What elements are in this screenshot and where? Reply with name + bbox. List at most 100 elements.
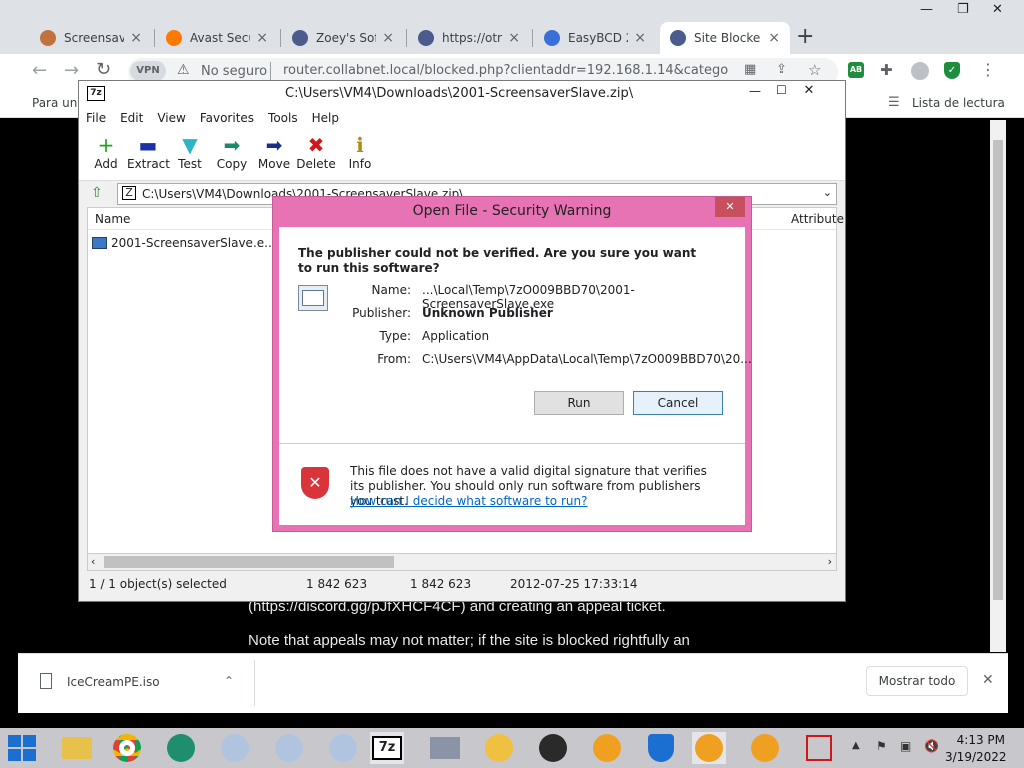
toolbar-button-info[interactable]: ℹ Info [339,133,381,171]
scroll-left-icon[interactable]: ‹ [91,555,95,568]
profile-avatar-icon[interactable] [911,62,929,80]
app-icon[interactable] [164,732,198,764]
security-label[interactable]: No seguro [201,64,267,79]
column-header-name[interactable]: Name [95,212,130,226]
reading-list-label[interactable]: Lista de lectura [912,96,1005,110]
warning-icon[interactable]: ⚠ [177,62,190,78]
key-icon[interactable] [482,732,516,764]
reload-icon[interactable]: ↻ [96,59,111,80]
run-button[interactable]: Run [534,391,624,415]
menu-item[interactable]: Favorites [193,111,261,125]
toolbar-button-copy[interactable]: ➡ Copy [211,133,253,171]
menu-kebab-icon[interactable]: ⋮ [980,60,996,79]
bookmark-star-icon[interactable]: ☆ [808,61,821,79]
browser-tab[interactable]: Screensaver × [30,22,152,54]
menu-item[interactable]: Tools [261,111,305,125]
toolbar-button-label: Copy [216,157,248,171]
menu-item[interactable]: View [150,111,192,125]
browser-tab[interactable]: EasyBCD 2. × [534,22,656,54]
network-icon[interactable]: ▣ [900,739,911,753]
reading-list-icon[interactable]: ☰ [888,95,900,110]
cancel-button[interactable]: Cancel [633,391,723,415]
status-packed-size: 1 842 623 [410,577,472,591]
toolbar-button-add[interactable]: + Add [85,133,127,171]
tray-chevron-icon[interactable]: ▲ [852,740,860,751]
tab-close-icon[interactable]: × [256,30,268,46]
7zip-title: C:\Users\VM4\Downloads\2001-ScreensaverS… [285,86,634,101]
tab-close-icon[interactable]: × [130,30,142,46]
tab-separator [532,29,533,47]
disc-icon[interactable] [326,732,360,764]
icecream-icon[interactable] [748,732,782,764]
close-icon[interactable]: ✕ [787,81,831,101]
chevron-up-icon[interactable]: ⌃ [224,674,234,688]
aol-shield-icon[interactable] [644,732,678,764]
maximize-icon[interactable]: ❐ [957,2,969,17]
tab-close-icon[interactable]: × [768,30,780,46]
scroll-right-icon[interactable]: › [828,555,832,568]
disc-icon[interactable] [218,732,252,764]
share-icon[interactable]: ⇪ [776,62,787,77]
app-icon[interactable] [802,732,836,764]
browser-tab[interactable]: Zoey's Soft × [282,22,404,54]
translate-icon[interactable]: ▦ [744,62,756,77]
page-text-line: Note that appeals may not matter; if the… [248,632,690,649]
file-explorer-icon[interactable] [60,732,94,764]
chrome-icon[interactable] [110,732,144,764]
toolbar-button-move[interactable]: ➡ Move [253,133,295,171]
adblock-extension-icon[interactable]: AB [848,62,864,78]
windows-start-icon[interactable] [8,735,36,761]
extensions-icon[interactable]: ✚ [880,61,893,79]
toolbar-button-extract[interactable]: ▬ Extract [127,133,170,171]
close-downloads-icon[interactable]: ✕ [982,672,994,688]
menu-item[interactable]: Edit [113,111,150,125]
shield-extension-icon[interactable]: ✓ [944,62,960,79]
7zip-taskbar-icon[interactable]: 7z [370,732,404,764]
clock-time[interactable]: 4:13 PM [953,733,1005,747]
browser-tab[interactable]: Avast Secur × [156,22,278,54]
chevron-down-icon[interactable]: ⌄ [823,186,832,199]
tab-close-icon[interactable]: × [634,30,646,46]
up-folder-icon[interactable]: ⇧ [91,185,103,201]
icecream-icon[interactable] [590,732,624,764]
forward-icon[interactable]: → [64,60,79,81]
divider [279,443,745,444]
help-link[interactable]: How can I decide what software to run? [350,494,587,508]
vpn-badge[interactable]: VPN [130,61,166,81]
tab-close-icon[interactable]: × [382,30,394,46]
scrollbar-thumb[interactable] [104,556,394,568]
icecream-icon[interactable] [692,732,726,764]
url-text[interactable]: router.collabnet.local/blocked.php?clien… [283,63,728,78]
monitor-icon[interactable] [428,732,462,764]
menu-item[interactable]: File [79,111,113,125]
new-tab-button[interactable]: + [796,24,814,49]
downloads-bar [18,653,1008,713]
browser-tab[interactable]: Site Blocke × [660,22,790,54]
minimize-icon[interactable]: — [920,2,933,17]
clock-date[interactable]: 3/19/2022 [945,750,1007,764]
page-scrollbar[interactable] [990,120,1006,652]
status-modified: 2012-07-25 17:33:14 [510,577,638,591]
scrollbar-thumb[interactable] [993,140,1003,600]
menu-item[interactable]: Help [305,111,346,125]
maximize-icon[interactable]: ☐ [776,83,787,97]
toolbar-button-delete[interactable]: ✖ Delete [295,133,337,171]
minimize-icon[interactable]: — [749,84,761,98]
disc-icon[interactable] [272,732,306,764]
volume-icon[interactable]: 🔇 [924,739,939,753]
column-header-attribute[interactable]: Attribute [791,212,844,226]
download-item[interactable]: IceCreamPE.iso [67,675,160,689]
security-shield-icon: ✕ [301,467,329,499]
toolbar-button-test[interactable]: ▼ Test [169,133,211,171]
back-icon[interactable]: ← [32,60,47,81]
horizontal-scrollbar[interactable]: ‹ › [87,553,837,571]
flag-icon[interactable]: ⚑ [876,739,887,753]
bird-icon[interactable] [536,732,570,764]
file-name[interactable]: 2001-ScreensaverSlave.e... [111,236,276,250]
browser-tab[interactable]: https://otnc × [408,22,530,54]
show-all-button[interactable]: Mostrar todo [866,666,968,696]
close-icon[interactable]: ✕ [715,197,745,217]
tab-close-icon[interactable]: × [508,30,520,46]
close-icon[interactable]: ✕ [992,2,1003,17]
move-icon: ➡ [265,133,283,157]
